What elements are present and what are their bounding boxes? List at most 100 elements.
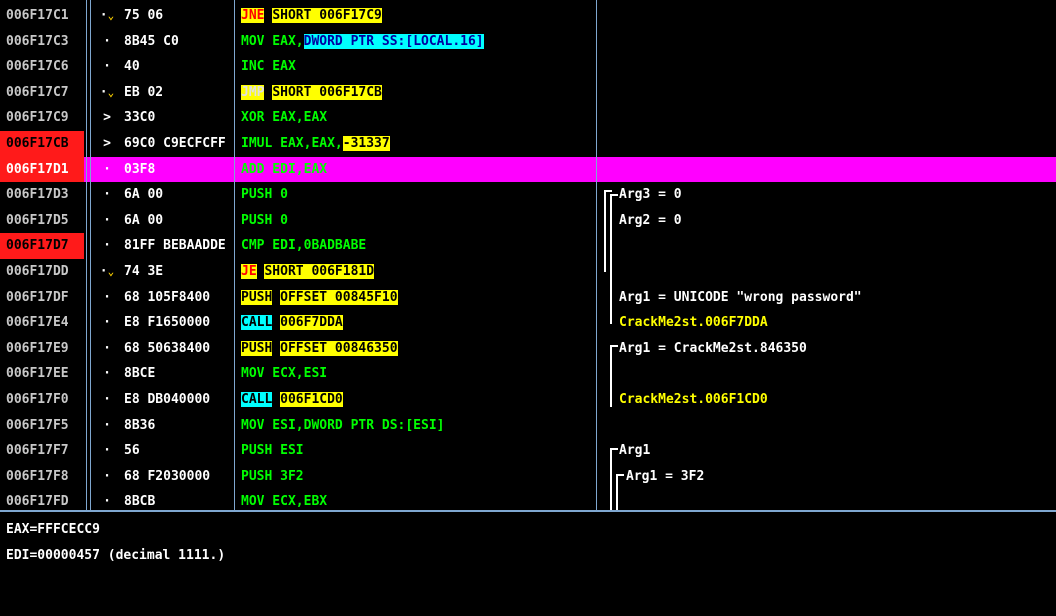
opcode-bytes[interactable]: 68 F2030000 [124,464,230,490]
address-cell[interactable]: 006F17D5 [0,208,84,234]
comment: Arg1 = 3F2 [626,468,705,484]
opcode-bytes[interactable]: 33C0 [124,105,230,131]
address-cell[interactable]: 006F17F5 [0,413,84,439]
opcode-bytes[interactable]: 69C0 C9ECFCFF [124,131,230,157]
column-divider[interactable] [234,0,235,510]
instruction[interactable]: JNE SHORT 006F17C9 [241,3,596,29]
code-row[interactable]: 006F17E9 · 68 50638400 PUSH OFFSET 00846… [0,336,1056,362]
opcode-bytes[interactable]: 6A 00 [124,182,230,208]
instruction[interactable]: PUSH 3F2 [241,464,596,490]
column-divider[interactable] [596,0,597,510]
instruction[interactable]: MOV ESI,DWORD PTR DS:[ESI] [241,413,596,439]
instruction[interactable]: IMUL EAX,EAX,-31337 [241,131,596,157]
column-divider[interactable] [90,0,91,510]
code-row[interactable]: 006F17F8 · 68 F2030000 PUSH 3F2 Arg1 = 3… [0,464,1056,490]
address-cell[interactable]: 006F17F7 [0,438,84,464]
opcode-bytes[interactable]: 8BCE [124,361,230,387]
instruction[interactable]: CMP EDI,0BADBABE [241,233,596,259]
code-row[interactable]: 006F17F7 · 56 PUSH ESI Arg1 [0,438,1056,464]
breakpoint-address-cell[interactable]: 006F17D1 [0,156,84,183]
instruction[interactable]: XOR EAX,EAX [241,105,596,131]
disassembly-pane[interactable]: 006F17C1 ·⌄ 75 06 JNE SHORT 006F17C9 006… [0,0,1056,510]
instruction[interactable]: JMP SHORT 006F17CB [241,80,596,106]
jump-marker: · [103,212,111,228]
comment: Arg1 = CrackMe2st.846350 [619,340,807,356]
opcode-bytes[interactable]: 68 105F8400 [124,285,230,311]
instruction[interactable]: JE SHORT 006F181D [241,259,596,285]
breakpoint-address-cell[interactable]: 006F17CB [0,131,84,157]
jump-marker: · [103,417,111,433]
address-cell[interactable]: 006F17EE [0,361,84,387]
code-row[interactable]: 006F17F5 · 8B36 MOV ESI,DWORD PTR DS:[ES… [0,413,1056,439]
code-row[interactable]: 006F17F0 · E8 DB040000 CALL 006F1CD0 Cra… [0,387,1056,413]
opcode-bytes[interactable]: E8 F1650000 [124,310,230,336]
code-row[interactable]: 006F17DD ·⌄ 74 3E JE SHORT 006F181D [0,259,1056,285]
opcode-bytes[interactable]: 8BCB [124,489,230,510]
instruction[interactable]: MOV EAX,DWORD PTR SS:[LOCAL.16] [241,29,596,55]
code-row[interactable]: 006F17EE · 8BCE MOV ECX,ESI [0,361,1056,387]
address-cell[interactable]: 006F17C1 [0,3,84,29]
code-row[interactable]: 006F17CB > 69C0 C9ECFCFF IMUL EAX,EAX,-3… [0,131,1056,157]
opcode-bytes[interactable]: 40 [124,54,230,80]
opcode-bytes[interactable]: 75 06 [124,3,230,29]
breakpoint-address-cell[interactable]: 006F17D7 [0,233,84,259]
jump-arrow-icon: ⌄ [107,85,115,99]
comment: Arg3 = 0 [619,187,682,203]
opcode-bytes[interactable]: 03F8 [124,157,230,183]
address-cell[interactable]: 006F17C3 [0,29,84,55]
code-row[interactable]: 006F17C6 · 40 INC EAX [0,54,1056,80]
opcode-bytes[interactable]: 68 50638400 [124,336,230,362]
address-cell[interactable]: 006F17D3 [0,182,84,208]
current-instruction-row[interactable]: 006F17D1 · 03F8 ADD EDI,EAX [0,156,1056,183]
opcode-bytes[interactable]: 81FF BEBAADDE [124,233,230,259]
instruction[interactable]: PUSH OFFSET 00845F10 [241,285,596,311]
instruction[interactable]: PUSH ESI [241,438,596,464]
opcode-bytes[interactable]: 6A 00 [124,208,230,234]
address-cell[interactable]: 006F17F0 [0,387,84,413]
opcode-bytes[interactable]: 74 3E [124,259,230,285]
code-row[interactable]: 006F17C7 ·⌄ EB 02 JMP SHORT 006F17CB [0,80,1056,106]
instruction[interactable]: ADD EDI,EAX [241,157,596,183]
jump-marker: · [103,161,111,177]
address-cell[interactable]: 006F17C9 [0,105,84,131]
opcode-bytes[interactable]: 8B36 [124,413,230,439]
arg-bracket [616,474,624,510]
address-cell[interactable]: 006F17C6 [0,54,84,80]
comment [600,131,1056,157]
jump-marker: · [103,392,111,407]
opcode-bytes[interactable]: EB 02 [124,80,230,106]
code-row[interactable]: 006F17E4 · E8 F1650000 CALL 006F7DDA Cra… [0,310,1056,336]
instruction[interactable]: INC EAX [241,54,596,80]
jump-marker: · [103,340,111,356]
comment [600,80,1056,106]
jump-marker: · [103,187,111,203]
jump-marker: ·⌄ [99,264,115,279]
instruction[interactable]: CALL 006F1CD0 [241,387,596,413]
opcode-bytes[interactable]: E8 DB040000 [124,387,230,413]
instruction[interactable]: PUSH OFFSET 00846350 [241,336,596,362]
code-row[interactable]: 006F17C1 ·⌄ 75 06 JNE SHORT 006F17C9 [0,3,1056,29]
instruction[interactable]: PUSH 0 [241,208,596,234]
instruction[interactable]: MOV ECX,EBX [241,489,596,510]
address-cell[interactable]: 006F17DF [0,285,84,311]
address-cell[interactable]: 006F17F8 [0,464,84,490]
code-row[interactable]: 006F17C9 > 33C0 XOR EAX,EAX [0,105,1056,131]
instruction[interactable]: PUSH 0 [241,182,596,208]
opcode-bytes[interactable]: 8B45 C0 [124,29,230,55]
address-cell[interactable]: 006F17E9 [0,336,84,362]
address-cell[interactable]: 006F17E4 [0,310,84,336]
opcode-bytes[interactable]: 56 [124,438,230,464]
column-divider[interactable] [86,0,87,510]
code-row[interactable]: 006F17D7 · 81FF BEBAADDE CMP EDI,0BADBAB… [0,233,1056,259]
address-cell[interactable]: 006F17DD [0,259,84,285]
code-row[interactable]: 006F17D5 · 6A 00 PUSH 0 Arg2 = 0 [0,208,1056,234]
jump-marker: · [103,59,111,75]
instruction[interactable]: CALL 006F7DDA [241,310,596,336]
code-row[interactable]: 006F17FD · 8BCB MOV ECX,EBX [0,489,1056,510]
code-row[interactable]: 006F17C3 · 8B45 C0 MOV EAX,DWORD PTR SS:… [0,29,1056,55]
address-cell[interactable]: 006F17C7 [0,80,84,106]
code-row[interactable]: 006F17D3 · 6A 00 PUSH 0 Arg3 = 0 [0,182,1056,208]
instruction[interactable]: MOV ECX,ESI [241,361,596,387]
address-cell[interactable]: 006F17FD [0,489,84,510]
code-row[interactable]: 006F17DF · 68 105F8400 PUSH OFFSET 00845… [0,285,1056,311]
